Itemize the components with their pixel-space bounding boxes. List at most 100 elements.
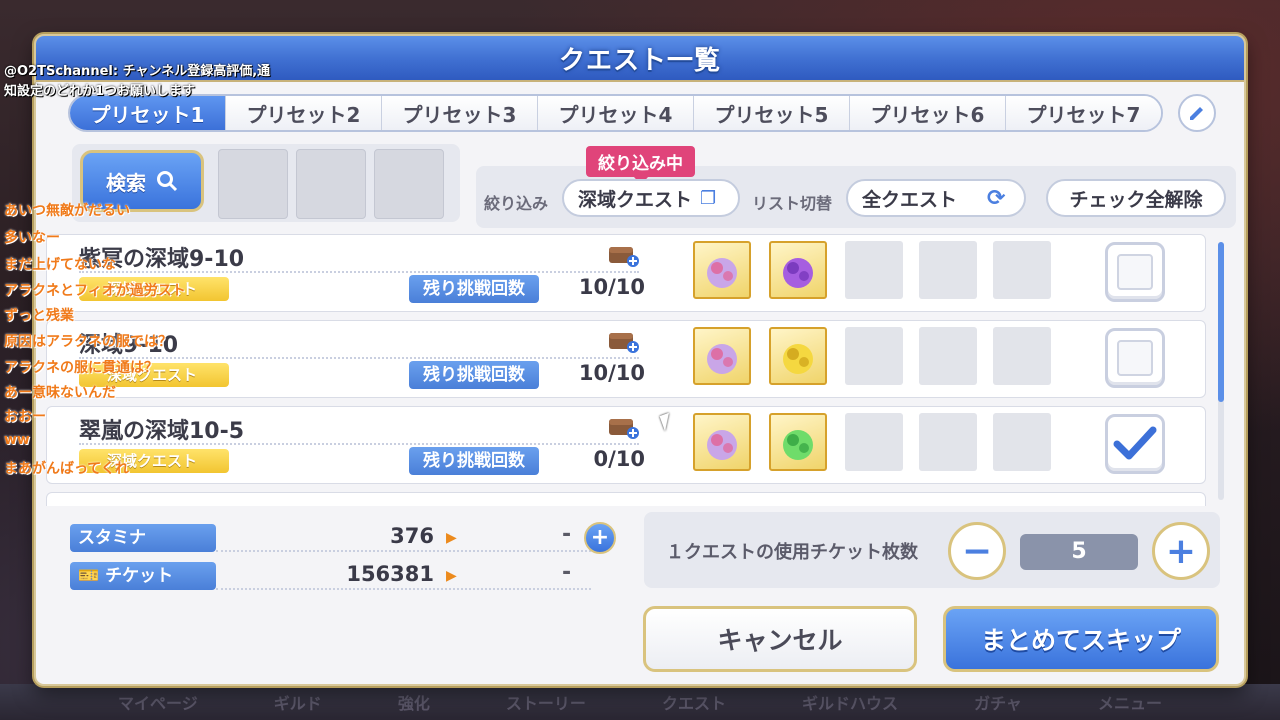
chat-comment: 多いなー — [4, 230, 60, 246]
checkbox-box — [1117, 340, 1153, 376]
skip-all-button[interactable]: まとめてスキップ — [943, 606, 1219, 672]
quest-checkbox[interactable] — [1105, 414, 1165, 474]
tab-preset-6[interactable]: プリセット6 — [850, 96, 1006, 130]
arrow-right-icon: ▶ — [446, 568, 457, 584]
filter-active-badge: 絞り込み中 — [586, 146, 695, 185]
stamina-label-text: スタミナ — [78, 528, 146, 548]
list-switch-button[interactable]: 全クエスト ⟳ — [846, 179, 1026, 217]
purple-orb-icon[interactable] — [769, 241, 827, 299]
chat-comment: アラクネの服に貫通は？ — [4, 360, 158, 376]
tab-preset-3[interactable]: プリセット3 — [382, 96, 538, 130]
empty-reward-slot — [845, 241, 903, 299]
add-stamina-button[interactable]: + — [584, 522, 616, 554]
refresh-icon: ⟳ — [987, 185, 1006, 211]
feather-crest-icon[interactable] — [693, 241, 751, 299]
empty-reward-slot — [919, 413, 977, 471]
divider — [216, 550, 591, 552]
channel-text: チャンネル登録高評価,通 — [122, 64, 271, 79]
divider — [79, 271, 639, 273]
quest-row[interactable]: 紫冥の深域9-10 深域クエスト 残り挑戦回数 10/10 — [46, 234, 1206, 312]
ticket-count-panel: １クエストの使用チケット枚数 − 5 + — [644, 512, 1220, 588]
chat-comment: おおー — [4, 409, 46, 425]
search-slot-3[interactable] — [374, 149, 444, 219]
filter-value: 深域クエスト — [578, 188, 693, 211]
ticket-label-text: チケット — [105, 566, 174, 586]
ticket-count-value[interactable]: 5 — [1020, 534, 1138, 570]
treasure-chest-icon[interactable] — [607, 327, 641, 355]
window-icon: ❐ — [700, 187, 717, 209]
attempts-label: 残り挑戦回数 — [409, 447, 539, 475]
chat-comment: ずっと残業 — [4, 308, 74, 324]
bg-nav-item: ギルド — [273, 694, 322, 713]
quest-row[interactable]: 深域9-10 深域クエスト 残り挑戦回数 10/10 — [46, 320, 1206, 398]
treasure-chest-icon[interactable] — [607, 413, 641, 441]
empty-reward-slot — [919, 241, 977, 299]
bg-nav-item: ガチャ — [974, 694, 1022, 713]
tab-preset-1[interactable]: プリセット1 — [70, 96, 226, 130]
arrow-right-icon: ▶ — [446, 530, 457, 546]
green-orb-icon[interactable] — [769, 413, 827, 471]
quest-list: 紫冥の深域9-10 深域クエスト 残り挑戦回数 10/10 深域9-10 深域クエスト残… — [46, 234, 1208, 506]
quest-list-modal: クエスト一覧 プリセット1 プリセット2 プリセット3 プリセット4 プリセット5 プリセ… — [34, 34, 1246, 686]
bottom-nav-background: マイページ ギルド 強化 ストーリー クエスト ギルドハウス ガチャ メニュー — [0, 684, 1280, 720]
feather-crest-icon[interactable] — [693, 413, 751, 471]
cancel-button[interactable]: キャンセル — [643, 606, 917, 672]
search-slot-1[interactable] — [218, 149, 288, 219]
filter-label: 絞り込み — [484, 194, 549, 213]
edit-preset-button[interactable] — [1178, 94, 1216, 132]
list-switch-label: リスト切替 — [752, 194, 833, 213]
chat-comment: あいつ無敵がだるい — [4, 203, 130, 219]
empty-reward-slot — [919, 327, 977, 385]
tab-preset-5[interactable]: プリセット5 — [694, 96, 850, 130]
empty-reward-slot — [845, 327, 903, 385]
bg-nav-item: メニュー — [1097, 694, 1162, 713]
divider — [216, 588, 591, 590]
quest-row[interactable]: 翠嵐の深域10-5 深域クエスト 残り挑戦回数 0/10 — [46, 406, 1206, 484]
increase-ticket-button[interactable]: + — [1152, 522, 1210, 580]
chat-comment: まあがんばってくれ — [4, 461, 129, 477]
divider — [79, 357, 639, 359]
treasure-chest-icon[interactable] — [607, 241, 641, 269]
uncheck-all-label: チェック全解除 — [1069, 188, 1203, 211]
quest-list-scrollbar[interactable] — [1218, 242, 1224, 500]
quest-name: 翠嵐の深域10-5 — [79, 419, 245, 444]
ticket-value: 156381 — [346, 562, 434, 586]
bg-nav-item: ストーリー — [505, 694, 586, 713]
feather-crest-icon[interactable] — [693, 327, 751, 385]
quest-row[interactable] — [46, 492, 1206, 506]
search-icon — [157, 171, 178, 192]
checkmark-icon — [1113, 426, 1157, 460]
chat-comment: ww — [4, 432, 30, 448]
filter-dropdown[interactable]: 深域クエスト ❐ — [562, 179, 740, 217]
stamina-value: 376 — [390, 524, 434, 548]
chat-comment: アラクネとフィオが過労スト — [4, 283, 186, 299]
ticket-icon: 🎫 — [78, 566, 100, 586]
tab-preset-4[interactable]: プリセット4 — [538, 96, 694, 130]
scroll-thumb[interactable] — [1218, 242, 1224, 402]
empty-reward-slot — [993, 413, 1051, 471]
uncheck-all-button[interactable]: チェック全解除 — [1046, 179, 1226, 217]
stamina-label: スタミナ — [70, 524, 216, 552]
chat-comment: 原因はアラクネの服では？ — [4, 334, 172, 350]
attempts-value: 10/10 — [578, 275, 645, 299]
channel-overlay-line2: 知設定のどれか1つお願いします — [4, 84, 196, 99]
decrease-ticket-button[interactable]: − — [948, 522, 1006, 580]
bg-nav-item: マイページ — [118, 694, 198, 713]
chat-comment: まだ上げてないな — [4, 257, 116, 273]
bg-nav-item: ギルドハウス — [802, 694, 899, 713]
attempts-label: 残り挑戦回数 — [409, 275, 539, 303]
ticket-count-label: １クエストの使用チケット枚数 — [666, 542, 918, 563]
attempts-value: 0/10 — [593, 447, 645, 471]
tab-preset-2[interactable]: プリセット2 — [226, 96, 382, 130]
modal-title: クエスト一覧 — [558, 45, 721, 76]
quest-checkbox[interactable] — [1105, 328, 1165, 388]
bg-nav-item: クエスト — [661, 694, 726, 713]
yellow-orb-icon[interactable] — [769, 327, 827, 385]
tab-preset-7[interactable]: プリセット7 — [1006, 96, 1161, 130]
quest-checkbox[interactable] — [1105, 242, 1165, 302]
ticket-label: 🎫 チケット — [70, 562, 216, 590]
list-switch-value: 全クエスト — [862, 188, 958, 211]
chat-comment: あー意味ないんだ — [4, 385, 116, 401]
search-slot-2[interactable] — [296, 149, 366, 219]
pencil-icon — [1190, 107, 1203, 120]
